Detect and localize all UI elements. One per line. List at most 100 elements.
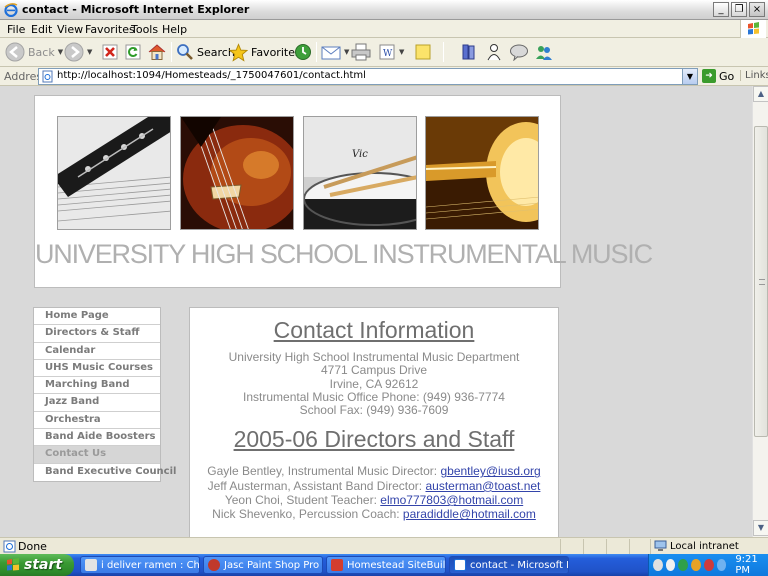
home-icon bbox=[148, 44, 166, 60]
task-paint-shop-pro[interactable]: Jasc Paint Shop Pro - ... bbox=[203, 556, 323, 574]
menu-file[interactable]: File bbox=[7, 23, 25, 36]
tray-network-icon[interactable] bbox=[678, 559, 689, 571]
nav-calendar[interactable]: Calendar bbox=[34, 343, 160, 360]
task-contact-ie[interactable]: contact - Microsoft In... bbox=[449, 556, 569, 574]
page-viewport: Vic UNIVERSITY HIGH SCHOOL INSTRUMENTAL … bbox=[0, 86, 752, 537]
print-button[interactable] bbox=[351, 41, 371, 63]
task-label: contact - Microsoft In... bbox=[470, 559, 569, 571]
address-line: Instrumental Music Office Phone: (949) 9… bbox=[243, 389, 505, 404]
back-dropdown-icon[interactable]: ▼ bbox=[58, 48, 63, 56]
tray-volume-icon[interactable] bbox=[716, 559, 727, 571]
scroll-up-button[interactable]: ▲ bbox=[753, 86, 768, 102]
intranet-icon bbox=[654, 540, 667, 551]
start-button[interactable]: start bbox=[0, 554, 74, 576]
nav-home-page[interactable]: Home Page bbox=[34, 308, 160, 326]
favorites-star-icon bbox=[229, 42, 248, 62]
task-label: i deliver ramen : Char... bbox=[101, 559, 200, 571]
clarinet-photo bbox=[57, 116, 171, 230]
back-label: Back bbox=[28, 45, 55, 59]
nav-marching-band[interactable]: Marching Band bbox=[34, 377, 160, 395]
nav-band-executive-council[interactable]: Band Executive Council bbox=[34, 464, 176, 481]
close-button[interactable]: × bbox=[749, 2, 765, 17]
menu-edit[interactable]: Edit bbox=[31, 23, 52, 36]
nav-contact-us[interactable]: Contact Us bbox=[34, 446, 160, 464]
page-icon bbox=[42, 70, 53, 83]
address-url: http://localhost:1094/Homesteads/_175004… bbox=[57, 70, 366, 81]
edit-button[interactable]: W ▼ bbox=[378, 41, 404, 63]
scroll-thumb[interactable] bbox=[754, 126, 768, 437]
nav-uhs-music-courses[interactable]: UHS Music Courses bbox=[34, 360, 160, 378]
minimize-button[interactable]: _ bbox=[713, 2, 729, 17]
staff-name: Nick Shevenko, Percussion Coach: bbox=[212, 507, 403, 522]
staff-name: Gayle Bentley, Instrumental Music Direct… bbox=[207, 464, 441, 479]
system-tray: 9:21 PM bbox=[648, 554, 768, 576]
history-button[interactable] bbox=[294, 41, 312, 63]
edit-dropdown-icon[interactable]: ▼ bbox=[399, 48, 404, 56]
forward-dropdown-icon[interactable]: ▼ bbox=[87, 48, 92, 56]
staff-row: Nick Shevenko, Percussion Coach: paradid… bbox=[190, 507, 558, 521]
mail-dropdown-icon[interactable]: ▼ bbox=[344, 48, 349, 56]
status-bar: Done Local intranet bbox=[0, 537, 768, 554]
menu-help[interactable]: Help bbox=[162, 23, 187, 36]
windows-flag-icon bbox=[740, 20, 766, 38]
nav-jazz-band[interactable]: Jazz Band bbox=[34, 394, 160, 412]
tray-antivirus-icon[interactable] bbox=[703, 559, 714, 571]
vertical-scrollbar[interactable]: ▲ ▼ bbox=[752, 86, 768, 537]
menu-favorites[interactable]: Favorites bbox=[85, 23, 135, 36]
task-ramen-chat[interactable]: i deliver ramen : Char... bbox=[80, 556, 200, 574]
nav-orchestra[interactable]: Orchestra bbox=[34, 412, 160, 430]
research-books-icon bbox=[462, 44, 475, 60]
window-title: contact - Microsoft Internet Explorer bbox=[22, 3, 250, 16]
favorites-button[interactable]: Favorites bbox=[229, 41, 301, 63]
address-dropdown-icon[interactable]: ▼ bbox=[682, 69, 697, 84]
tray-messenger-icon[interactable] bbox=[665, 559, 676, 571]
menu-view[interactable]: View bbox=[57, 23, 83, 36]
search-icon bbox=[177, 44, 193, 60]
nav-band-aide-boosters[interactable]: Band Aide Boosters bbox=[34, 429, 160, 447]
discuss-button[interactable] bbox=[509, 41, 529, 63]
messenger-button[interactable] bbox=[486, 41, 502, 63]
msn-button[interactable] bbox=[535, 41, 553, 63]
staff-email-link[interactable]: paradiddle@hotmail.com bbox=[403, 507, 536, 521]
staff-name: Yeon Choi, Student Teacher: bbox=[224, 493, 381, 508]
print-icon bbox=[351, 43, 371, 61]
security-zone-label: Local intranet bbox=[670, 540, 739, 552]
standard-toolbar: Back ▼ ▼ Search Favorites ▼ W ▼ bbox=[0, 38, 768, 67]
staff-email-link[interactable]: gbentley@iusd.org bbox=[440, 464, 540, 478]
refresh-button[interactable] bbox=[124, 41, 142, 63]
maximize-button[interactable]: ❐ bbox=[731, 2, 747, 17]
tray-back-icon[interactable] bbox=[653, 559, 663, 571]
staff-email-link[interactable]: elmo777803@hotmail.com bbox=[380, 493, 523, 507]
address-input[interactable]: http://localhost:1094/Homesteads/_175004… bbox=[38, 68, 698, 85]
contact-address: University High School Instrumental Musi… bbox=[190, 350, 558, 417]
links-button[interactable]: Links bbox=[740, 70, 768, 81]
research-button[interactable] bbox=[460, 41, 478, 63]
history-icon bbox=[295, 44, 311, 60]
go-button[interactable]: ➜ Go bbox=[702, 69, 734, 83]
stop-button[interactable] bbox=[101, 41, 119, 63]
staff-row: Jeff Austerman, Assistant Band Director:… bbox=[190, 479, 558, 493]
tray-security-icon[interactable] bbox=[691, 559, 701, 571]
site-title: UNIVERSITY HIGH SCHOOL INSTRUMENTAL MUSI… bbox=[35, 239, 653, 269]
scroll-down-button[interactable]: ▼ bbox=[753, 520, 768, 536]
search-button[interactable]: Search bbox=[176, 41, 235, 63]
staff-email-link[interactable]: austerman@toast.net bbox=[425, 479, 540, 493]
notes-button[interactable] bbox=[414, 41, 432, 63]
back-button[interactable]: Back ▼ bbox=[5, 41, 63, 63]
menu-tools[interactable]: Tools bbox=[131, 23, 158, 36]
home-button[interactable] bbox=[147, 41, 167, 63]
contact-heading: Contact Information bbox=[273, 317, 475, 343]
stop-icon bbox=[102, 44, 118, 60]
status-text: Done bbox=[18, 540, 47, 553]
window-titlebar[interactable]: contact - Microsoft Internet Explorer _ … bbox=[0, 0, 768, 20]
nav-directors-staff[interactable]: Directors & Staff bbox=[34, 325, 160, 343]
task-homestead-sitebuilder[interactable]: Homestead SiteBuilde... bbox=[326, 556, 446, 574]
staff-list: Gayle Bentley, Instrumental Music Direct… bbox=[190, 464, 558, 521]
mail-button[interactable]: ▼ bbox=[321, 41, 349, 63]
start-label: start bbox=[24, 557, 63, 573]
forward-button[interactable]: ▼ bbox=[64, 41, 92, 63]
site-nav: Home Page Directors & Staff Calendar UHS… bbox=[33, 307, 176, 482]
site-banner: Vic UNIVERSITY HIGH SCHOOL INSTRUMENTAL … bbox=[34, 95, 653, 288]
discuss-bubble-icon bbox=[510, 44, 528, 61]
go-label: Go bbox=[719, 69, 735, 83]
